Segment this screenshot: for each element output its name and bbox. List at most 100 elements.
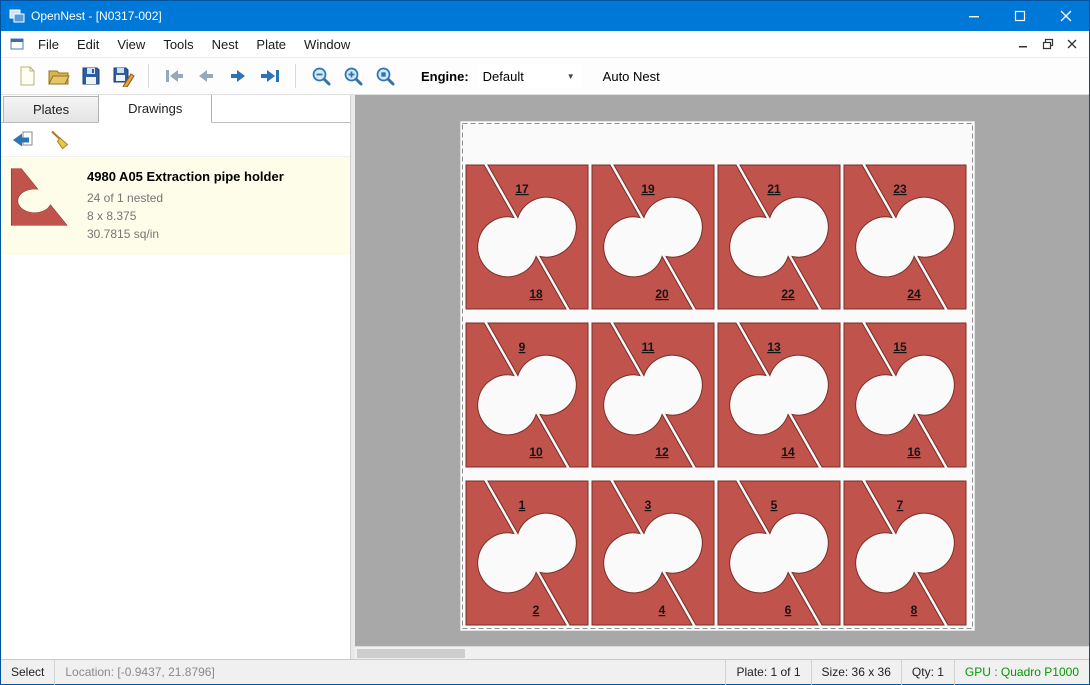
engine-label: Engine: (421, 69, 469, 84)
part-number[interactable]: 18 (529, 287, 543, 301)
part-number[interactable]: 3 (645, 498, 652, 512)
go-next-icon (227, 65, 249, 87)
part-number[interactable]: 23 (893, 182, 907, 196)
import-drawing-button[interactable] (9, 127, 37, 153)
mdi-minimize-button[interactable] (1013, 34, 1035, 54)
drawing-thumbnail (9, 167, 75, 227)
status-location: Location: [-0.9437, 21.8796] (55, 660, 224, 684)
open-button[interactable] (43, 61, 75, 91)
minimize-button[interactable] (951, 1, 997, 31)
zoom-fit-icon (374, 65, 396, 87)
mdi-window-controls (1013, 34, 1089, 54)
tab-drawings[interactable]: Drawings (98, 95, 212, 123)
horizontal-scrollbar[interactable] (355, 646, 1089, 659)
go-previous-button[interactable] (190, 61, 222, 91)
drawing-area: 30.7815 sq/in (87, 225, 284, 243)
menu-item-view[interactable]: View (108, 33, 154, 56)
status-mode: Select (1, 660, 54, 684)
toolbar-separator (295, 64, 296, 88)
part-number[interactable]: 9 (519, 340, 526, 354)
part-number[interactable]: 1 (519, 498, 526, 512)
menu-item-tools[interactable]: Tools (154, 33, 202, 56)
menu-item-edit[interactable]: Edit (68, 33, 108, 56)
sidebar-tabs: Plates Drawings (1, 95, 350, 123)
part-number[interactable]: 4 (659, 603, 666, 617)
mdi-restore-button[interactable] (1037, 34, 1059, 54)
drawing-title: 4980 A05 Extraction pipe holder (87, 169, 284, 184)
save-edit-icon (111, 65, 135, 87)
save-button[interactable] (75, 61, 107, 91)
part-number[interactable]: 8 (911, 603, 918, 617)
part-number[interactable]: 16 (907, 445, 921, 459)
window-controls (951, 1, 1089, 31)
menu-bar: File Edit View Tools Nest Plate Window (1, 31, 1089, 57)
part-number[interactable]: 21 (767, 182, 781, 196)
canvas-viewport[interactable]: 171819202122232491011121314151612345678 (355, 95, 1089, 646)
document-icon (9, 36, 25, 52)
maximize-button[interactable] (997, 1, 1043, 31)
drawings-toolbar (1, 123, 350, 157)
menu-item-window[interactable]: Window (295, 33, 359, 56)
sidebar: Plates Drawings 4980 A05 Extraction pip (1, 95, 351, 659)
clean-button[interactable] (45, 127, 73, 153)
part-number[interactable]: 7 (897, 498, 904, 512)
menu-item-plate[interactable]: Plate (247, 33, 295, 56)
app-window: OpenNest - [N0317-002] File Edit View To… (0, 0, 1090, 685)
engine-selected-value: Default (483, 69, 524, 84)
drawing-nested-count: 24 of 1 nested (87, 189, 284, 207)
part-number[interactable]: 13 (767, 340, 781, 354)
part-number[interactable]: 12 (655, 445, 669, 459)
part-number[interactable]: 5 (771, 498, 778, 512)
status-plate-count: Plate: 1 of 1 (726, 660, 810, 684)
part-number[interactable]: 11 (642, 340, 655, 354)
engine-select[interactable]: Default ▼ (477, 64, 581, 88)
go-next-button[interactable] (222, 61, 254, 91)
open-icon (47, 65, 71, 87)
close-button[interactable] (1043, 1, 1089, 31)
tab-plates[interactable]: Plates (3, 96, 99, 122)
plate-sheet[interactable]: 171819202122232491011121314151612345678 (460, 121, 975, 631)
nesting-canvas[interactable]: 171819202122232491011121314151612345678 (355, 95, 1089, 659)
mdi-close-button[interactable] (1061, 34, 1083, 54)
zoom-fit-button[interactable] (369, 61, 401, 91)
status-qty: Qty: 1 (902, 660, 954, 684)
menu-item-file[interactable]: File (29, 33, 68, 56)
part-number[interactable]: 6 (785, 603, 792, 617)
status-plate-size: Size: 36 x 36 (812, 660, 901, 684)
status-bar: Select Location: [-0.9437, 21.8796] Plat… (1, 659, 1089, 684)
status-gpu: GPU : Quadro P1000 (955, 660, 1089, 684)
part-number[interactable]: 17 (515, 182, 529, 196)
main-toolbar: Engine: Default ▼ Auto Nest (1, 57, 1089, 95)
zoom-in-button[interactable] (337, 61, 369, 91)
window-title: OpenNest - [N0317-002] (31, 9, 162, 23)
go-first-button[interactable] (158, 61, 190, 91)
menu-item-nest[interactable]: Nest (203, 33, 248, 56)
zoom-in-icon (342, 65, 364, 87)
part-number[interactable]: 15 (893, 340, 907, 354)
toolbar-separator (148, 64, 149, 88)
drawing-info: 4980 A05 Extraction pipe holder 24 of 1 … (87, 167, 284, 243)
clean-broom-icon (48, 130, 70, 150)
go-first-icon (163, 65, 185, 87)
part-number[interactable]: 19 (641, 182, 655, 196)
content-area: Plates Drawings 4980 A05 Extraction pip (1, 95, 1089, 659)
save-as-button[interactable] (107, 61, 139, 91)
part-number[interactable]: 24 (907, 287, 921, 301)
part-number[interactable]: 2 (533, 603, 540, 617)
zoom-out-button[interactable] (305, 61, 337, 91)
import-drawing-icon (12, 130, 34, 150)
scrollbar-thumb[interactable] (357, 649, 465, 658)
new-button[interactable] (11, 61, 43, 91)
auto-nest-button[interactable]: Auto Nest (603, 69, 660, 84)
part-number[interactable]: 20 (655, 287, 669, 301)
new-icon (16, 65, 38, 87)
drawing-list-item[interactable]: 4980 A05 Extraction pipe holder 24 of 1 … (1, 157, 350, 255)
chevron-down-icon: ▼ (567, 72, 575, 81)
app-icon (9, 8, 25, 24)
part-number[interactable]: 10 (529, 445, 543, 459)
save-icon (80, 65, 102, 87)
go-last-button[interactable] (254, 61, 286, 91)
part-number[interactable]: 14 (781, 445, 795, 459)
part-number[interactable]: 22 (781, 287, 795, 301)
titlebar: OpenNest - [N0317-002] (1, 1, 1089, 31)
